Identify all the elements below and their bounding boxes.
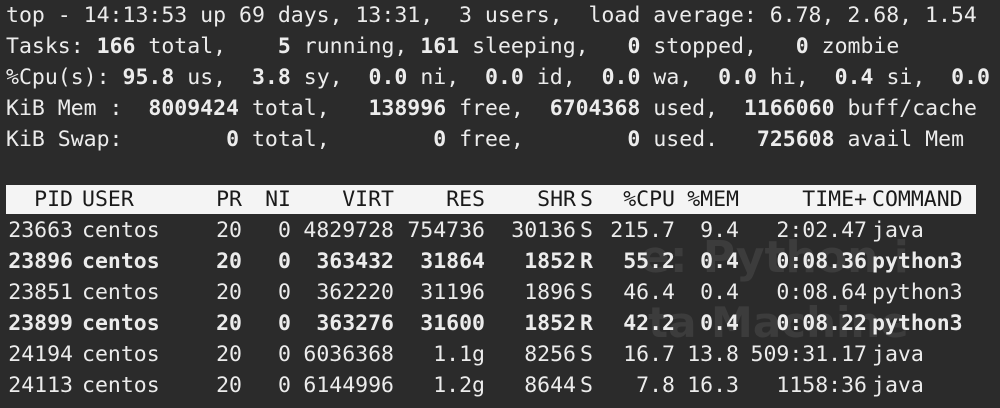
column-header-pr[interactable]: PR xyxy=(196,185,242,214)
cell-nice: 0 xyxy=(278,373,291,398)
cell-priority: 20 xyxy=(216,342,242,367)
column-header-shr[interactable]: SHR xyxy=(490,185,576,214)
process-table-header[interactable]: PID USER PR NI VIRT RES SHR S %CPU %MEM … xyxy=(6,185,976,214)
cell-priority: 20 xyxy=(216,249,242,274)
cell-pid: 23851 xyxy=(8,280,73,305)
cell-command: java xyxy=(872,373,924,398)
cell-virt: 4829728 xyxy=(303,218,394,243)
cell-res: 1.1g xyxy=(433,342,485,367)
column-header-mem[interactable]: %MEM xyxy=(678,185,739,214)
cell-mem: 0.4 xyxy=(700,280,739,305)
cell-command: python3 xyxy=(872,311,963,336)
cell-priority: 20 xyxy=(216,373,242,398)
cell-nice: 0 xyxy=(278,311,291,336)
tasks-line: Tasks: 166 total, 5 running, 161 sleepin… xyxy=(6,34,900,59)
column-header-cpu[interactable]: %CPU xyxy=(602,185,675,214)
cell-state: S xyxy=(580,342,593,367)
cell-nice: 0 xyxy=(278,218,291,243)
table-row[interactable]: 24194 centos 20 0 6036368 1.1g 8256 S 16.7 13.8 50… xyxy=(6,339,976,370)
cell-user: centos xyxy=(82,249,160,274)
cell-user: centos xyxy=(82,280,160,305)
swap-line: KiB Swap: 0 total, 0 free, 0 used. 72560… xyxy=(6,127,965,152)
cell-priority: 20 xyxy=(216,280,242,305)
cell-cpu: 55.2 xyxy=(623,249,675,274)
cell-mem: 0.4 xyxy=(700,311,739,336)
cell-pid: 23663 xyxy=(8,218,73,243)
table-row[interactable]: 23896 centos 20 0 363432 31864 1852 R 55.2 0.4 0:0… xyxy=(6,246,976,277)
cell-cpu: 7.8 xyxy=(636,373,675,398)
cell-res: 31600 xyxy=(420,311,485,336)
cell-priority: 20 xyxy=(216,218,242,243)
cell-pid: 23896 xyxy=(8,249,73,274)
cell-state: R xyxy=(580,311,593,336)
cell-time: 0:08.36 xyxy=(776,249,867,274)
cell-virt: 6036368 xyxy=(303,342,394,367)
column-header-user[interactable]: USER xyxy=(82,185,192,214)
cell-state: S xyxy=(580,373,593,398)
cell-virt: 362220 xyxy=(316,280,394,305)
cell-command: java xyxy=(872,218,924,243)
cell-shr: 1852 xyxy=(524,311,576,336)
column-header-command[interactable]: COMMAND xyxy=(872,185,982,214)
cell-mem: 13.8 xyxy=(687,342,739,367)
cell-command: python3 xyxy=(872,249,963,274)
table-row[interactable]: 24113 centos 20 0 6144996 1.2g 8644 S 7.8 16.3 115… xyxy=(6,370,976,401)
cell-state: S xyxy=(580,280,593,305)
cell-time: 0:08.22 xyxy=(776,311,867,336)
cell-shr: 8256 xyxy=(524,342,576,367)
cell-pid: 23899 xyxy=(8,311,73,336)
cell-cpu: 46.4 xyxy=(623,280,675,305)
cell-shr: 30136 xyxy=(511,218,576,243)
table-row[interactable]: 23851 centos 20 0 362220 31196 1896 S 46.4 0.4 0:0… xyxy=(6,277,976,308)
memory-line: KiB Mem : 8009424 total, 138996 free, 67… xyxy=(6,96,977,121)
cell-cpu: 16.7 xyxy=(623,342,675,367)
cell-virt: 6144996 xyxy=(303,373,394,398)
cell-priority: 20 xyxy=(216,311,242,336)
cell-command: python3 xyxy=(872,280,963,305)
cell-nice: 0 xyxy=(278,249,291,274)
cpu-line: %Cpu(s): 95.8 us, 3.8 sy, 0.0 ni, 0.0 id… xyxy=(6,65,991,90)
table-row[interactable]: 23663 centos 20 0 4829728 754736 30136 S 215.7 9.… xyxy=(6,215,976,246)
cell-shr: 1896 xyxy=(524,280,576,305)
cell-cpu: 215.7 xyxy=(610,218,675,243)
table-row[interactable]: 23899 centos 20 0 363276 31600 1852 R 42.2 0.4 0:0… xyxy=(6,308,976,339)
terminal-window[interactable]: e: Python i ta Machine top - 14:13:53 up… xyxy=(0,0,1000,408)
cell-time: 1158:36 xyxy=(776,373,867,398)
cell-mem: 16.3 xyxy=(687,373,739,398)
cell-res: 31196 xyxy=(420,280,485,305)
cell-user: centos xyxy=(82,342,160,367)
cell-mem: 9.4 xyxy=(700,218,739,243)
cell-virt: 363432 xyxy=(316,249,394,274)
cell-state: S xyxy=(580,218,593,243)
cell-pid: 24194 xyxy=(8,342,73,367)
column-header-res[interactable]: RES xyxy=(399,185,485,214)
column-header-time[interactable]: TIME+ xyxy=(744,185,867,214)
cell-shr: 1852 xyxy=(524,249,576,274)
cell-user: centos xyxy=(82,373,160,398)
cell-state: R xyxy=(580,249,593,274)
cell-time: 509:31.17 xyxy=(750,342,868,367)
cell-user: centos xyxy=(82,218,160,243)
column-header-ni[interactable]: NI xyxy=(252,185,291,214)
cell-res: 754736 xyxy=(407,218,485,243)
cell-res: 31864 xyxy=(420,249,485,274)
cell-nice: 0 xyxy=(278,280,291,305)
cell-command: java xyxy=(872,342,924,367)
cell-virt: 363276 xyxy=(316,311,394,336)
cell-shr: 8644 xyxy=(524,373,576,398)
cell-nice: 0 xyxy=(278,342,291,367)
column-header-state[interactable]: S xyxy=(580,185,600,214)
column-header-virt[interactable]: VIRT xyxy=(296,185,394,214)
cell-cpu: 42.2 xyxy=(623,311,675,336)
cell-user: centos xyxy=(82,311,160,336)
cell-res: 1.2g xyxy=(433,373,485,398)
column-header-pid[interactable]: PID xyxy=(6,185,73,214)
cell-time: 2:02.47 xyxy=(776,218,867,243)
cell-mem: 0.4 xyxy=(700,249,739,274)
cell-time: 0:08.64 xyxy=(776,280,867,305)
cell-pid: 24113 xyxy=(8,373,73,398)
uptime-line: top - 14:13:53 up 69 days, 13:31, 3 user… xyxy=(6,3,977,28)
